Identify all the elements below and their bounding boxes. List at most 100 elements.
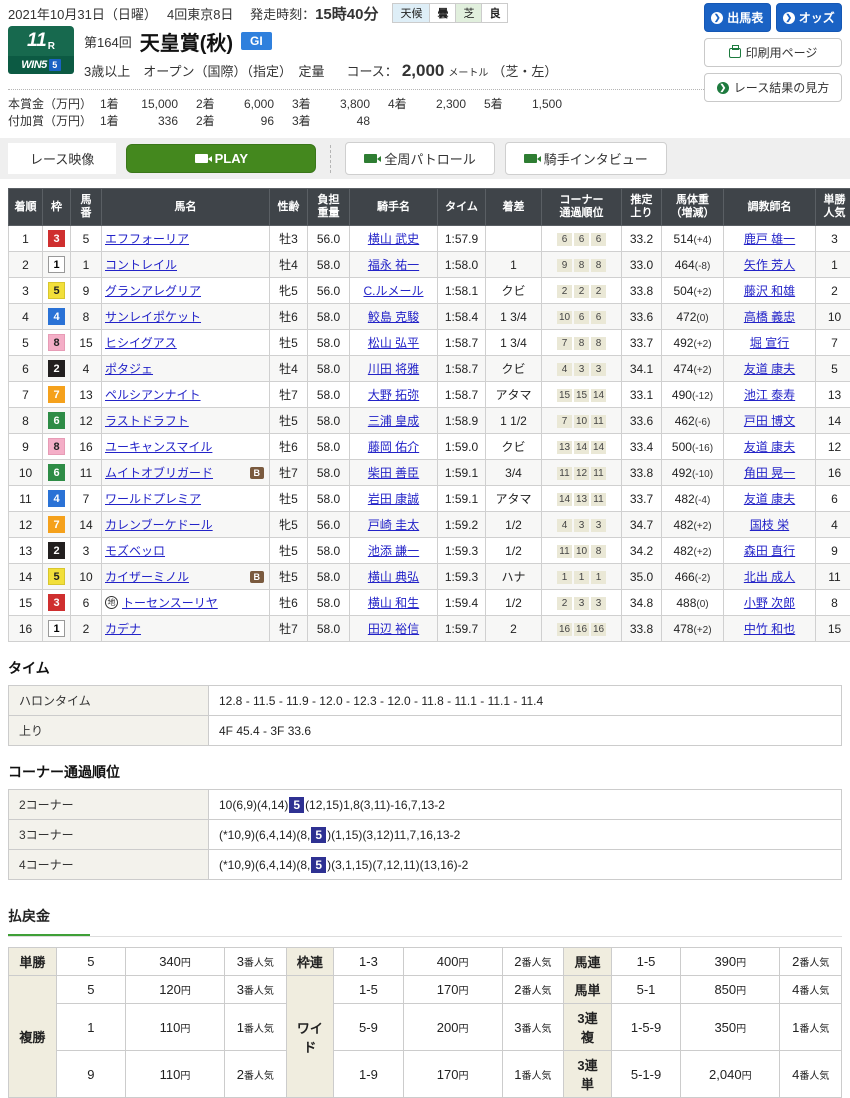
jockey-name-link[interactable]: 横山 典弘 bbox=[368, 570, 419, 584]
table-row: 5815ヒシイグアス牡558.0松山 弘平1:58.71 3/478833.74… bbox=[9, 330, 850, 356]
jockey-name-link[interactable]: 横山 武史 bbox=[368, 232, 419, 246]
horse-name-link[interactable]: トーセンスーリヤ bbox=[122, 594, 218, 611]
trainer-name-link[interactable]: 小野 次郎 bbox=[744, 596, 795, 610]
corner-positions: 788 bbox=[542, 330, 622, 356]
trainer-name-link[interactable]: 池江 泰寿 bbox=[744, 388, 795, 402]
jockey-name-link[interactable]: 川田 将雅 bbox=[368, 362, 419, 376]
jockey-name-link[interactable]: 田辺 裕信 bbox=[368, 622, 419, 636]
trainer-name-link[interactable]: 北出 成人 bbox=[744, 570, 795, 584]
horse-name-link[interactable]: ワールドプレミア bbox=[105, 490, 201, 507]
horse-name-link[interactable]: ポタジェ bbox=[105, 360, 153, 377]
trainer-name-link[interactable]: 友道 康夫 bbox=[744, 492, 795, 506]
payout-amount-value: 390 bbox=[714, 954, 736, 969]
body-weight: 478(+2) bbox=[662, 616, 724, 642]
horse-number: 8 bbox=[71, 304, 102, 330]
horse-name-link[interactable]: ペルシアンナイト bbox=[105, 386, 201, 403]
results-column-header: 推定 上り bbox=[622, 189, 662, 226]
win-popularity: 3 bbox=[816, 226, 850, 252]
trainer-name-link[interactable]: 友道 康夫 bbox=[744, 440, 795, 454]
body-weight: 490(-12) bbox=[662, 382, 724, 408]
corner-position-chip: 15 bbox=[557, 389, 572, 402]
jockey-name-link[interactable]: 松山 弘平 bbox=[368, 336, 419, 350]
last-3f-time: 33.8 bbox=[622, 278, 662, 304]
horse-name-link[interactable]: コントレイル bbox=[105, 256, 177, 273]
horse-name-link[interactable]: グランアレグリア bbox=[105, 282, 201, 299]
jockey-name-link[interactable]: 池添 謙一 bbox=[368, 544, 419, 558]
horse-name-cell: モズベッロ bbox=[102, 538, 270, 564]
corner-positions: 433 bbox=[542, 356, 622, 382]
trainer-name-link[interactable]: 国枝 栄 bbox=[750, 518, 789, 532]
trainer-name-link[interactable]: 堀 宣行 bbox=[750, 336, 789, 350]
horse-name-link[interactable]: ラストドラフト bbox=[105, 412, 189, 429]
trainer-name-link[interactable]: 戸田 博文 bbox=[744, 414, 795, 428]
odds-button[interactable]: ❯ オッズ bbox=[776, 3, 843, 32]
time-row-label: 上り bbox=[9, 716, 209, 746]
corner-position-chip: 1 bbox=[591, 571, 606, 584]
horse-name-link[interactable]: カデナ bbox=[105, 620, 141, 637]
jockey-cell: 大野 拓弥 bbox=[350, 382, 438, 408]
corner-row: 2コーナー10(6,9)(4,14)5(12,15)1,8(3,11)-16,7… bbox=[9, 790, 842, 820]
time-row: ハロンタイム12.8 - 11.5 - 11.9 - 12.0 - 12.3 -… bbox=[9, 686, 842, 716]
horse-name-link[interactable]: エフフォーリア bbox=[105, 230, 189, 247]
trainer-name-link[interactable]: 矢作 芳人 bbox=[744, 258, 795, 272]
jockey-name-link[interactable]: 大野 拓弥 bbox=[368, 388, 419, 402]
video-toolbar: レース映像 PLAY 全周パトロール 騎手インタビュー bbox=[0, 138, 850, 179]
horse-name-link[interactable]: カレンブーケドール bbox=[105, 516, 213, 533]
jockey-name-link[interactable]: 鮫島 克駿 bbox=[368, 310, 419, 324]
jockey-cell: 藤岡 佑介 bbox=[350, 434, 438, 460]
print-page-button[interactable]: 印刷用ページ bbox=[704, 38, 842, 67]
payout-popularity: 3番人気 bbox=[502, 1004, 563, 1051]
time-section-title: タイム bbox=[8, 658, 842, 678]
jockey-name-link[interactable]: 福永 祐一 bbox=[368, 258, 419, 272]
payout-popularity-value: 3 bbox=[237, 954, 244, 969]
waku-cell: 1 bbox=[43, 252, 71, 278]
corner-row-value: 10(6,9)(4,14)5(12,15)1,8(3,11)-16,7,13-2 bbox=[209, 790, 842, 820]
trainer-name-link[interactable]: 中竹 和也 bbox=[744, 622, 795, 636]
horse-name-link[interactable]: サンレイポケット bbox=[105, 308, 201, 325]
table-row: 8612ラストドラフト牡558.0三浦 皇成1:58.91 1/27101133… bbox=[9, 408, 850, 434]
corner-position-chip: 4 bbox=[557, 519, 572, 532]
horse-name-link[interactable]: ユーキャンスマイル bbox=[105, 438, 212, 455]
trainer-cell: 小野 次郎 bbox=[724, 590, 816, 616]
trainer-name-link[interactable]: 藤沢 和雄 bbox=[744, 284, 795, 298]
payout-combination: 5-9 bbox=[334, 1004, 403, 1051]
corner-positions: 988 bbox=[542, 252, 622, 278]
trainer-name-link[interactable]: 角田 晃一 bbox=[744, 466, 795, 480]
sex-age: 牡6 bbox=[270, 590, 308, 616]
horse-name-link[interactable]: カイザーミノル bbox=[105, 568, 189, 585]
waku-cell: 3 bbox=[43, 590, 71, 616]
finish-position: 2 bbox=[9, 252, 43, 278]
jockey-name-link[interactable]: 戸崎 圭太 bbox=[368, 518, 419, 532]
horse-name-link[interactable]: ムイトオブリガード bbox=[105, 464, 213, 481]
jockey-name-link[interactable]: 三浦 皇成 bbox=[368, 414, 419, 428]
payout-popularity-value: 2 bbox=[237, 1067, 244, 1082]
trainer-name-link[interactable]: 高橋 義忠 bbox=[744, 310, 795, 324]
finish-position: 16 bbox=[9, 616, 43, 642]
popularity-suffix: 番人気 bbox=[799, 1024, 829, 1035]
result-guide-button[interactable]: ❯ レース結果の見方 bbox=[704, 73, 842, 102]
trainer-name-link[interactable]: 友道 康夫 bbox=[744, 362, 795, 376]
payout-popularity: 2番人気 bbox=[502, 948, 563, 976]
jockey-name-link[interactable]: 岩田 康誠 bbox=[368, 492, 419, 506]
jockey-name-link[interactable]: 横山 和生 bbox=[368, 596, 419, 610]
corner-positions: 222 bbox=[542, 278, 622, 304]
jockey-name-link[interactable]: C.ルメール bbox=[363, 284, 423, 298]
horse-name-link[interactable]: モズベッロ bbox=[105, 542, 165, 559]
entries-button[interactable]: ❯ 出馬表 bbox=[704, 3, 771, 32]
patrol-video-button[interactable]: 全周パトロール bbox=[345, 142, 494, 175]
table-row: 9816ユーキャンスマイル牡658.0藤岡 佑介1:59.0クビ13141433… bbox=[9, 434, 850, 460]
trainer-cell: 堀 宣行 bbox=[724, 330, 816, 356]
corner-position-chip: 1 bbox=[574, 571, 589, 584]
highlighted-winner-number: 5 bbox=[311, 857, 326, 873]
results-column-header: 着差 bbox=[486, 189, 542, 226]
jockey-name-link[interactable]: 藤岡 佑介 bbox=[368, 440, 419, 454]
course-distance: 2,000 bbox=[402, 61, 445, 81]
payout-bet-type: 3連単 bbox=[564, 1051, 612, 1098]
trainer-name-link[interactable]: 鹿戸 雄一 bbox=[744, 232, 795, 246]
horse-name-link[interactable]: ヒシイグアス bbox=[105, 334, 177, 351]
jockey-name-link[interactable]: 柴田 善臣 bbox=[368, 466, 419, 480]
jockey-interview-button[interactable]: 騎手インタビュー bbox=[505, 142, 667, 175]
play-button[interactable]: PLAY bbox=[126, 144, 316, 173]
trainer-name-link[interactable]: 森田 直行 bbox=[744, 544, 795, 558]
prize-pair: 5着1,500 bbox=[484, 96, 580, 113]
